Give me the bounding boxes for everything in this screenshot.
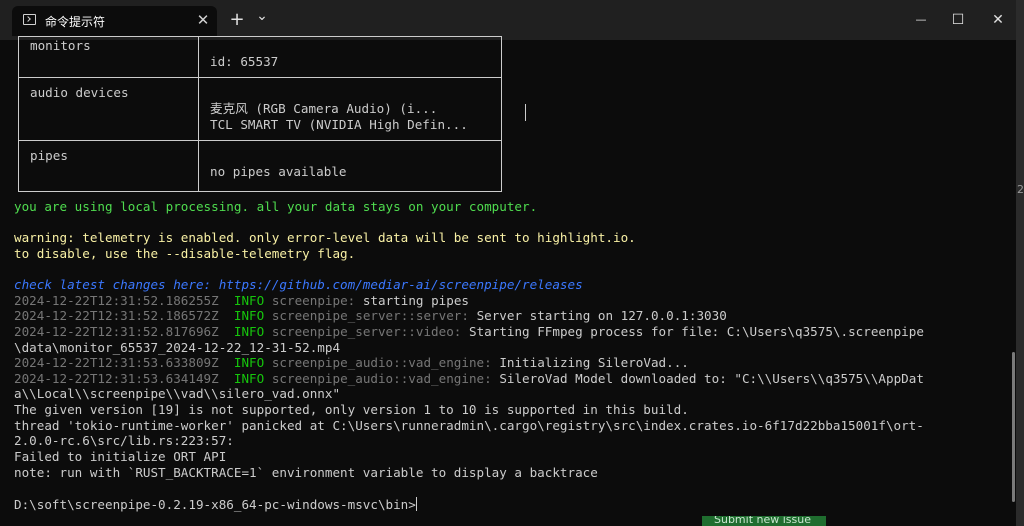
maximize-button[interactable]: ☐: [943, 8, 973, 32]
title-bar: 命令提示符 ✕ + ⌄ — ☐ ✕: [0, 0, 1016, 40]
chevron-down-icon[interactable]: ⌄: [252, 4, 272, 28]
pipes-value: no pipes available: [210, 164, 347, 179]
tab-command-prompt[interactable]: 命令提示符 ✕: [12, 6, 217, 36]
backtrace-note-line: note: run with `RUST_BACKTRACE=1` enviro…: [14, 465, 598, 480]
monitors-value: id: 65537: [210, 54, 279, 69]
log-continuation: \data\monitor_65537_2024-12-22_12-31-52.…: [14, 340, 341, 355]
audio-devices-label: audio devices: [30, 85, 129, 100]
releases-link[interactable]: check latest changes here: https://githu…: [14, 277, 583, 293]
prompt-cursor: [415, 497, 417, 511]
text-cursor: [525, 104, 526, 121]
background-text-fragment: 2: [1017, 183, 1024, 196]
failed-ort-line: Failed to initialize ORT API: [14, 449, 227, 464]
warning-line-2: to disable, use the --disable-telemetry …: [14, 246, 356, 261]
log-line: 2024-12-22T12:31:53.633809Z INFO screenp…: [14, 355, 689, 370]
terminal-output[interactable]: monitors id: 65537 audio devices 麦克风 (RG…: [12, 36, 1008, 526]
audio-device-1: 麦克风 (RGB Camera Audio) (i...: [210, 101, 438, 116]
new-tab-button[interactable]: +: [226, 8, 248, 32]
panic-line-1: thread 'tokio-runtime-worker' panicked a…: [14, 418, 924, 433]
terminal-icon: [23, 14, 36, 25]
log-line: 2024-12-22T12:31:52.817696Z INFO screenp…: [14, 324, 924, 339]
tab-title: 命令提示符: [45, 15, 106, 29]
command-prompt[interactable]: D:\soft\screenpipe-0.2.19-x86_64-pc-wind…: [14, 497, 417, 513]
monitors-label: monitors: [30, 38, 91, 53]
terminal-window: 命令提示符 ✕ + ⌄ — ☐ ✕ monitors id: 65537 aud…: [0, 0, 1016, 526]
error-version-line: The given version [19] is not supported,…: [14, 402, 689, 417]
log-line: 2024-12-22T12:31:52.186572Z INFO screenp…: [14, 308, 727, 323]
panic-line-2: 2.0.0-rc.6\src/lib.rs:223:57:: [14, 433, 234, 448]
tab-close-icon[interactable]: ✕: [195, 12, 211, 28]
log-line: 2024-12-22T12:31:52.186255Z INFO screenp…: [14, 293, 469, 308]
audio-device-2: TCL SMART TV (NVIDIA High Defin...: [210, 117, 468, 132]
scrollbar-thumb[interactable]: [1012, 352, 1015, 502]
warning-line-1: warning: telemetry is enabled. only erro…: [14, 230, 636, 245]
close-button[interactable]: ✕: [983, 8, 1013, 32]
log-line: 2024-12-22T12:31:53.634149Z INFO screenp…: [14, 371, 924, 386]
submit-new-issue-button[interactable]: Submit new issue: [702, 516, 826, 526]
log-continuation: a\\Local\\screenpipe\\vad\\silero_vad.on…: [14, 386, 341, 401]
minimize-button[interactable]: —: [906, 8, 936, 32]
pipes-label: pipes: [30, 148, 68, 163]
local-processing-line: you are using local processing. all your…: [14, 199, 538, 214]
system-info-table: monitors id: 65537 audio devices 麦克风 (RG…: [18, 36, 502, 192]
